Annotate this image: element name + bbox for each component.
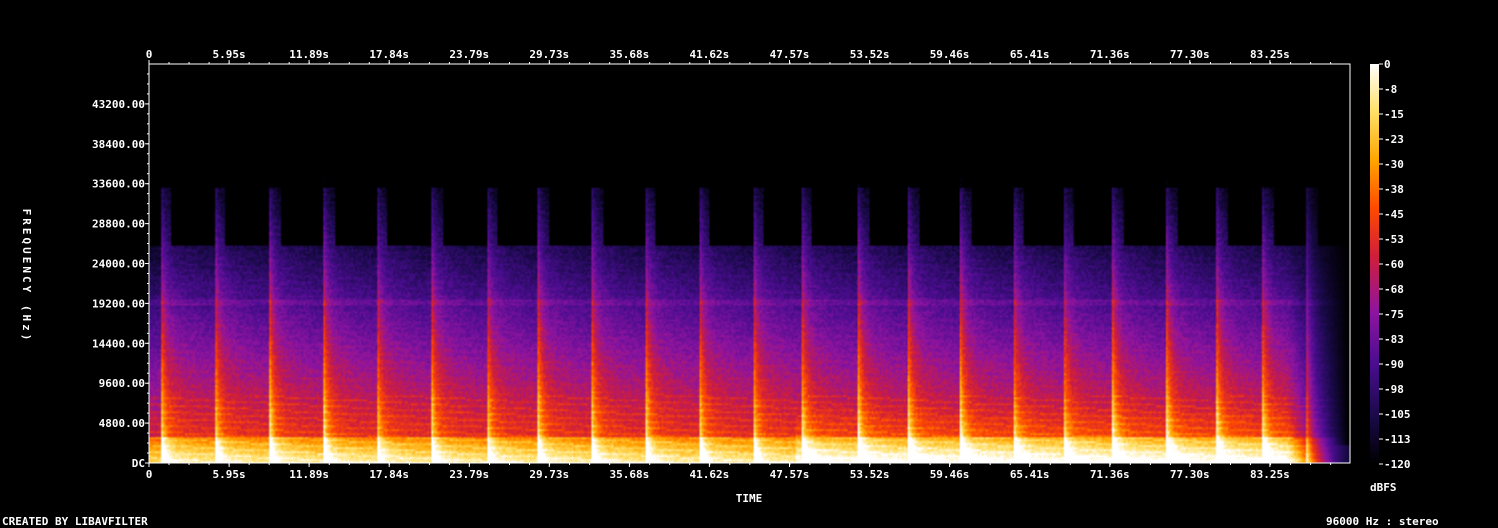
colorbar-tick-label: -38	[1384, 183, 1404, 196]
x-tick-label-top: 53.52s	[850, 48, 890, 61]
colorbar-tick-label: -113	[1384, 433, 1411, 446]
x-axis-top: 0 5.95s 11.89s 17.84s 23.79s 29.73s 35.68s 41.6…	[146, 48, 1332, 64]
colorbar: 0 -8 -15 -23 -30 -38 -45 -53 -60 -68 -75 -83 -90 -98 -…	[1370, 58, 1411, 494]
colorbar-tick-label: -90	[1384, 358, 1404, 371]
x-axis-label: TIME	[736, 492, 763, 505]
spectrogram-chart: 0 5.95s 11.89s 17.84s 23.79s 29.73s 35.68s 41.6…	[20, 48, 1411, 505]
colorbar-tick-label: -60	[1384, 258, 1404, 271]
x-tick-label-bottom: 0	[146, 468, 153, 481]
y-tick-label: 9600.00	[99, 377, 145, 390]
colorbar-tick-label: -105	[1384, 408, 1411, 421]
x-tick-label-top: 83.25s	[1250, 48, 1290, 61]
x-tick-label-bottom: 41.62s	[690, 468, 730, 481]
y-tick-label: 4800.00	[99, 417, 145, 430]
colorbar-tick-label: -15	[1384, 108, 1404, 121]
x-tick-label-top: 59.46s	[930, 48, 970, 61]
colorbar-tick-label: -8	[1384, 83, 1397, 96]
colorbar-tick-label: -98	[1384, 383, 1404, 396]
x-axis-bottom: 0 5.95s 11.89s 17.84s 23.79s 29.73s 35.68s 41.6…	[146, 463, 1332, 481]
x-tick-label-top: 41.62s	[690, 48, 730, 61]
x-tick-label-top: 11.89s	[289, 48, 329, 61]
colorbar-tick-label: -30	[1384, 158, 1404, 171]
x-tick-label-bottom: 5.95s	[213, 468, 246, 481]
colorbar-ticks: 0 -8 -15 -23 -30 -38 -45 -53 -60 -68 -75 -83 -90 -98 -…	[1379, 58, 1411, 471]
x-tick-label-top: 5.95s	[213, 48, 246, 61]
colorbar-tick-label: 0	[1384, 58, 1391, 71]
x-tick-label-bottom: 59.46s	[930, 468, 970, 481]
y-tick-label: 33600.00	[92, 178, 145, 191]
x-tick-label-bottom: 77.30s	[1170, 468, 1210, 481]
x-tick-label-bottom: 35.68s	[610, 468, 650, 481]
y-tick-label: DC	[132, 457, 145, 470]
x-tick-label-bottom: 23.79s	[449, 468, 489, 481]
x-tick-label-top: 23.79s	[449, 48, 489, 61]
colorbar-tick-label: -75	[1384, 308, 1404, 321]
y-tick-label: 38400.00	[92, 138, 145, 151]
x-tick-label-top: 65.41s	[1010, 48, 1050, 61]
colorbar-tick-label: -23	[1384, 133, 1404, 146]
x-tick-label-bottom: 53.52s	[850, 468, 890, 481]
colorbar-gradient	[1370, 64, 1379, 464]
colorbar-tick-label: -83	[1384, 333, 1404, 346]
x-tick-label-bottom: 11.89s	[289, 468, 329, 481]
y-axis-label: FREQUENCY (Hz)	[20, 209, 33, 344]
format-info-text: 96000 Hz : stereo	[1326, 515, 1439, 528]
y-tick-label: 19200.00	[92, 297, 145, 310]
x-tick-label-bottom: 29.73s	[529, 468, 569, 481]
colorbar-tick-label: -120	[1384, 458, 1411, 471]
x-tick-label-top: 35.68s	[610, 48, 650, 61]
x-tick-label-top: 71.36s	[1090, 48, 1130, 61]
y-tick-label: 43200.00	[92, 98, 145, 111]
spectrogram-image	[149, 64, 1350, 463]
colorbar-unit-label: dBFS	[1370, 481, 1397, 494]
x-tick-label-top: 17.84s	[369, 48, 409, 61]
x-tick-label-top: 47.57s	[770, 48, 810, 61]
colorbar-tick-label: -53	[1384, 233, 1404, 246]
y-tick-label: 28800.00	[92, 218, 145, 231]
x-tick-label-bottom: 71.36s	[1090, 468, 1130, 481]
y-axis: DC 4800.00 9600.00 14400.00 19200.00 24000.00…	[92, 73, 149, 470]
x-tick-label-top: 77.30s	[1170, 48, 1210, 61]
colorbar-tick-label: -68	[1384, 283, 1404, 296]
x-tick-label-top: 0	[146, 48, 153, 61]
x-tick-label-bottom: 83.25s	[1250, 468, 1290, 481]
x-tick-label-top: 29.73s	[529, 48, 569, 61]
colorbar-tick-label: -45	[1384, 208, 1404, 221]
spectrogram-plot	[148, 63, 1351, 464]
x-tick-label-bottom: 17.84s	[369, 468, 409, 481]
created-by-text: CREATED BY LIBAVFILTER	[2, 515, 148, 528]
x-tick-label-bottom: 47.57s	[770, 468, 810, 481]
y-tick-label: 14400.00	[92, 337, 145, 350]
y-tick-label: 24000.00	[92, 258, 145, 271]
x-tick-label-bottom: 65.41s	[1010, 468, 1050, 481]
